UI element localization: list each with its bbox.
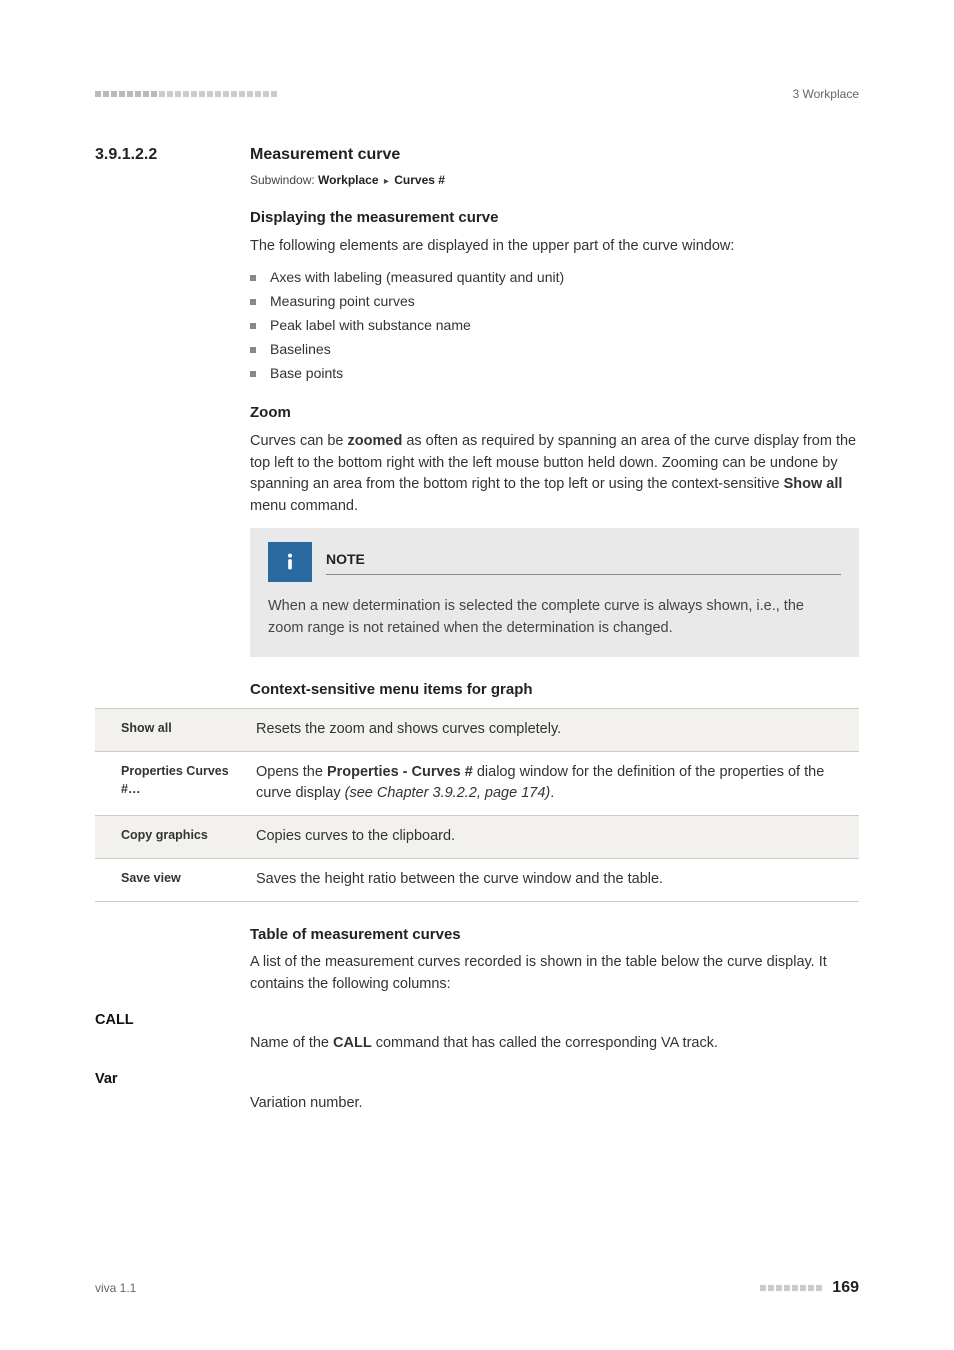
note-title: NOTE [326, 549, 841, 570]
term-call: CALL [95, 1010, 859, 1032]
var-desc: Variation number. [250, 1093, 859, 1115]
subwindow-path1: Workplace [318, 173, 378, 187]
menu-item-desc: Copies curves to the clipboard. [250, 816, 859, 859]
footer-decoration: 169 [760, 1276, 859, 1300]
triangle-icon: ▸ [384, 176, 389, 187]
page-footer: viva 1.1 169 [95, 1276, 859, 1300]
info-icon [268, 542, 312, 582]
note-callout: NOTE When a new determination is selecte… [250, 528, 859, 658]
page-number: 169 [832, 1276, 859, 1300]
list-item: Measuring point curves [250, 291, 859, 312]
term-var: Var [95, 1069, 859, 1091]
section-heading: 3.9.1.2.2 Measurement curve [95, 143, 859, 167]
subwindow-path: Subwindow Workplace ▸ Curves # [250, 171, 859, 189]
list-item: Peak label with substance name [250, 315, 859, 336]
footer-left: viva 1.1 [95, 1279, 136, 1297]
table-row: Save view Saves the height ratio between… [95, 858, 859, 901]
menu-item-name: Properties Curves #… [95, 751, 250, 816]
heading-context: Context-sensitive menu items for graph [250, 679, 859, 702]
heading-table-curves: Table of measurement curves [250, 924, 859, 947]
note-body: When a new determination is selected the… [268, 596, 841, 640]
menu-item-desc: Resets the zoom and shows curves complet… [250, 708, 859, 751]
table-curves-intro: A list of the measurement curves recorde… [250, 952, 859, 996]
page-header: 3 Workplace [95, 85, 859, 103]
menu-item-desc: Saves the height ratio between the curve… [250, 858, 859, 901]
bullet-icon [250, 371, 256, 377]
context-menu-table: Show all Resets the zoom and shows curve… [95, 708, 859, 902]
bullet-icon [250, 299, 256, 305]
header-right: 3 Workplace [793, 85, 859, 103]
subwindow-path2: Curves # [394, 173, 445, 187]
bullet-icon [250, 347, 256, 353]
note-divider [326, 574, 841, 575]
heading-display: Displaying the measurement curve [250, 207, 859, 230]
header-decoration [95, 91, 277, 97]
menu-item-name: Copy graphics [95, 816, 250, 859]
bullet-icon [250, 275, 256, 281]
bullet-icon [250, 323, 256, 329]
list-item: Axes with labeling (measured quantity an… [250, 267, 859, 288]
list-item: Baselines [250, 339, 859, 360]
subwindow-label: Subwindow [250, 173, 318, 187]
section-title: Measurement curve [250, 143, 400, 167]
menu-item-name: Show all [95, 708, 250, 751]
display-intro: The following elements are displayed in … [250, 236, 859, 258]
menu-item-name: Save view [95, 858, 250, 901]
table-row: Copy graphics Copies curves to the clipb… [95, 816, 859, 859]
heading-zoom: Zoom [250, 402, 859, 425]
list-item: Base points [250, 363, 859, 384]
section-number: 3.9.1.2.2 [95, 143, 250, 167]
zoom-paragraph: Curves can be zoomed as often as require… [250, 431, 859, 518]
table-row: Properties Curves #… Opens the Propertie… [95, 751, 859, 816]
display-bullets: Axes with labeling (measured quantity an… [250, 267, 859, 384]
menu-item-desc: Opens the Properties - Curves # dialog w… [250, 751, 859, 816]
call-desc: Name of the CALL command that has called… [250, 1033, 859, 1055]
table-row: Show all Resets the zoom and shows curve… [95, 708, 859, 751]
